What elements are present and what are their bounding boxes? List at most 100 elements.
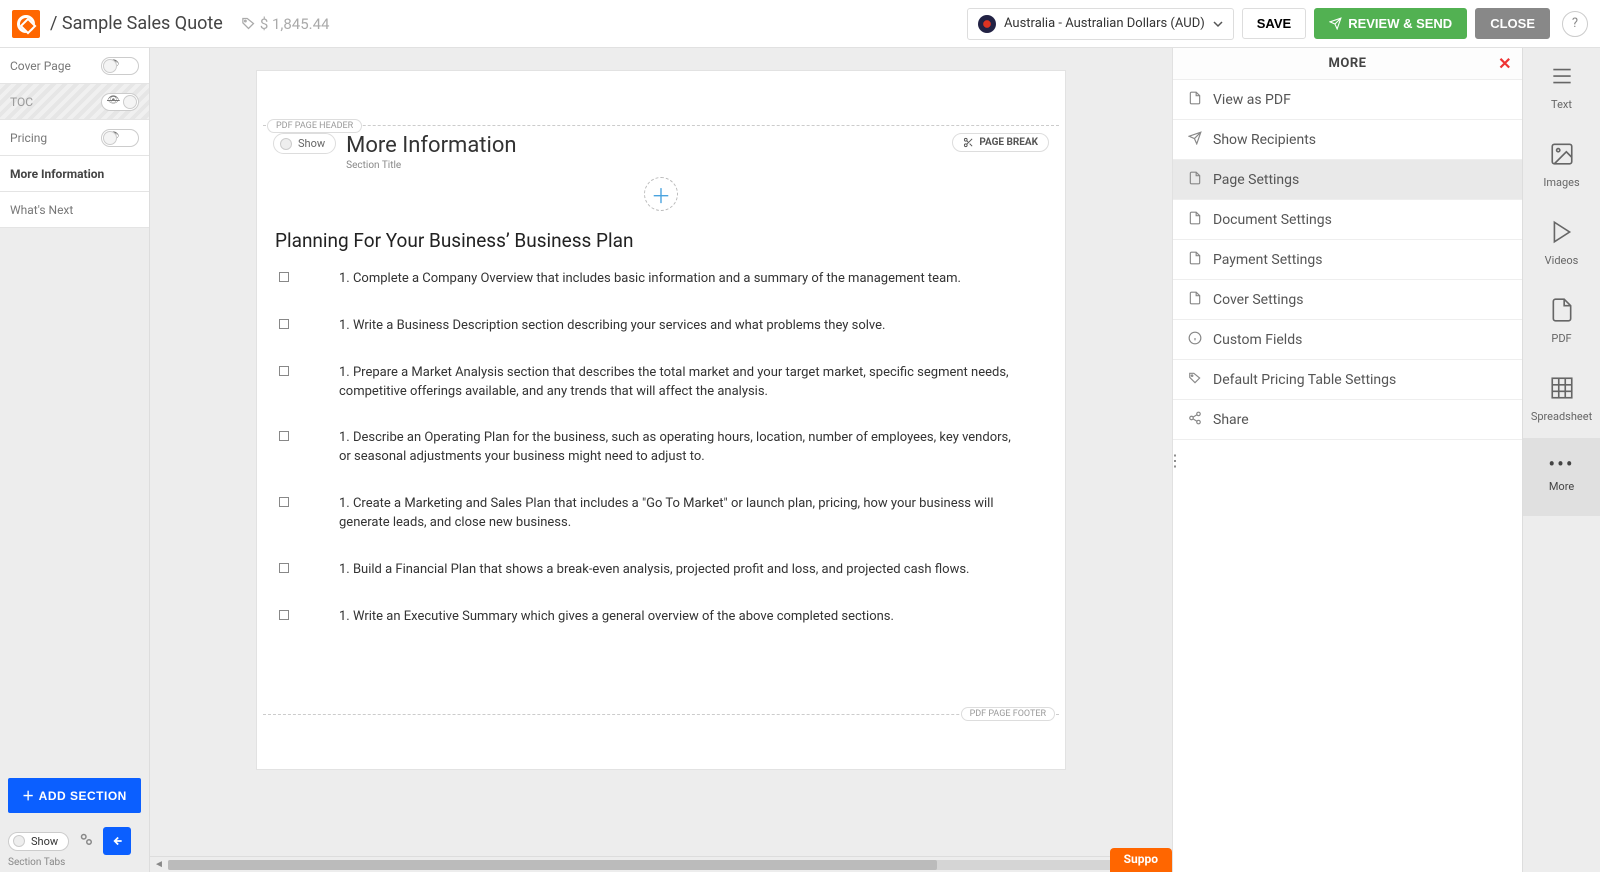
more-item-show-recipients[interactable]: Show Recipients <box>1173 120 1522 160</box>
document-heading[interactable]: Planning For Your Business’ Business Pla… <box>275 229 1015 252</box>
rail-label: Text <box>1551 98 1572 111</box>
page-icon <box>1187 171 1203 189</box>
pdf-footer-label: PDF PAGE FOOTER <box>961 707 1055 721</box>
support-tab[interactable]: Suppo <box>1110 848 1172 872</box>
section-tabs-label: Section Tabs <box>0 857 149 872</box>
section-subtitle: Section Title <box>346 160 516 171</box>
section-sidebar: Cover Page 👁 TOC 👁 Pricing 👁 More Information W… <box>0 48 150 872</box>
sidebar-item-label: More Information <box>10 167 104 181</box>
page-icon <box>1187 291 1203 309</box>
checkbox[interactable] <box>279 610 289 620</box>
visibility-toggle[interactable]: 👁 <box>101 93 139 111</box>
more-item-document-settings[interactable]: Document Settings <box>1173 200 1522 240</box>
section-show-toggle[interactable]: Show <box>273 133 336 154</box>
settings-icon[interactable] <box>77 830 95 852</box>
section-title[interactable]: More Information <box>346 133 516 158</box>
info-icon <box>1187 331 1203 349</box>
tool-rail: Text ImagesVideos PDF Spreadsheet ••• More <box>1522 48 1600 872</box>
sidebar-item-label: Cover Page <box>10 59 71 73</box>
page-break-button[interactable]: PAGE BREAK <box>952 133 1049 152</box>
checkbox[interactable] <box>279 366 289 376</box>
arrow-left-icon <box>110 834 124 848</box>
checkbox[interactable] <box>279 272 289 282</box>
close-icon[interactable]: ✕ <box>1498 54 1512 73</box>
show-section-toggle[interactable]: Show <box>8 832 69 851</box>
more-item-cover-settings[interactable]: Cover Settings <box>1173 280 1522 320</box>
sidebar-item-label: What's Next <box>10 203 73 217</box>
more-item-label: Custom Fields <box>1213 332 1302 348</box>
checkbox[interactable] <box>279 319 289 329</box>
sidebar-item-pricing[interactable]: Pricing 👁 <box>0 120 149 156</box>
checklist-text: 1. Build a Financial Plan that shows a b… <box>339 561 1015 580</box>
sidebar-item-more-information[interactable]: More Information <box>0 156 149 192</box>
checkbox[interactable] <box>279 563 289 573</box>
checklist-text: 1. Prepare a Market Analysis section tha… <box>339 364 1015 402</box>
more-item-share[interactable]: Share <box>1173 400 1522 440</box>
images-icon <box>1549 141 1575 170</box>
visibility-toggle[interactable]: 👁 <box>101 129 139 147</box>
rail-videos[interactable]: Videos <box>1523 204 1600 282</box>
currency-label: Australia - Australian Dollars (AUD) <box>1004 16 1205 31</box>
add-section-button[interactable]: ＋ ADD SECTION <box>8 778 141 813</box>
more-item-custom-fields[interactable]: Custom Fields <box>1173 320 1522 360</box>
review-send-button[interactable]: REVIEW & SEND <box>1314 8 1467 39</box>
add-content-button[interactable]: ＋ <box>644 177 678 211</box>
sidebar-item-label: Pricing <box>10 131 47 145</box>
document-page: PDF PAGE HEADER Show More Information Se… <box>256 70 1066 770</box>
more-item-label: Show Recipients <box>1213 132 1316 148</box>
more-item-label: Cover Settings <box>1213 292 1303 308</box>
checkbox[interactable] <box>279 497 289 507</box>
collapse-sidebar-button[interactable] <box>103 827 131 855</box>
close-button[interactable]: CLOSE <box>1475 8 1550 39</box>
more-icon: ••• <box>1548 461 1574 474</box>
price-tag: $ 1,845.44 <box>241 15 330 33</box>
scroll-left-icon[interactable]: ◄ <box>150 859 168 870</box>
rail-text[interactable]: Text <box>1523 48 1600 126</box>
more-item-label: Payment Settings <box>1213 252 1323 268</box>
checklist-item[interactable]: 1. Complete a Company Overview that incl… <box>275 270 1015 289</box>
checklist-text: 1. Write an Executive Summary which give… <box>339 608 1015 627</box>
share-icon <box>1187 411 1203 429</box>
plus-icon: ＋ <box>22 787 35 804</box>
sidebar-item-toc[interactable]: TOC 👁 <box>0 84 149 120</box>
send-icon <box>1187 131 1203 149</box>
more-item-payment-settings[interactable]: Payment Settings <box>1173 240 1522 280</box>
more-item-label: Page Settings <box>1213 172 1299 188</box>
checklist-item[interactable]: 1. Write a Business Description section … <box>275 317 1015 336</box>
rail-more[interactable]: ••• More <box>1523 438 1600 516</box>
more-item-label: Default Pricing Table Settings <box>1213 372 1396 388</box>
rail-pdf[interactable]: PDF <box>1523 282 1600 360</box>
horizontal-scrollbar[interactable]: ◄ ► <box>150 856 1172 872</box>
sidebar-item-label: TOC <box>10 95 33 109</box>
checkbox[interactable] <box>279 431 289 441</box>
more-item-default-pricing-table-settings[interactable]: Default Pricing Table Settings <box>1173 360 1522 400</box>
help-icon[interactable]: ? <box>1562 11 1588 37</box>
checklist-text: 1. Describe an Operating Plan for the bu… <box>339 429 1015 467</box>
tag-icon <box>1187 371 1203 389</box>
checklist-text: 1. Create a Marketing and Sales Plan tha… <box>339 495 1015 533</box>
checklist-item[interactable]: 1. Prepare a Market Analysis section tha… <box>275 364 1015 402</box>
sidebar-item-what-s-next[interactable]: What's Next <box>0 192 149 228</box>
more-item-view-as-pdf[interactable]: View as PDF <box>1173 80 1522 120</box>
rail-label: More <box>1549 480 1574 493</box>
more-item-label: View as PDF <box>1213 92 1291 108</box>
visibility-toggle[interactable]: 👁 <box>101 57 139 75</box>
rail-spreadsheet[interactable]: Spreadsheet <box>1523 360 1600 438</box>
currency-selector[interactable]: Australia - Australian Dollars (AUD) <box>967 8 1234 40</box>
rail-images[interactable]: Images <box>1523 126 1600 204</box>
panel-resize-handle[interactable]: ⋮ <box>1167 458 1183 464</box>
rail-label: PDF <box>1551 332 1571 345</box>
document-title[interactable]: / Sample Sales Quote <box>50 13 223 34</box>
app-logo[interactable] <box>12 10 40 38</box>
sidebar-item-cover-page[interactable]: Cover Page 👁 <box>0 48 149 84</box>
editor-canvas[interactable]: PDF PAGE HEADER Show More Information Se… <box>150 48 1172 872</box>
save-button[interactable]: SAVE <box>1242 8 1306 39</box>
spreadsheet-icon <box>1549 375 1575 404</box>
more-item-page-settings[interactable]: Page Settings <box>1173 160 1522 200</box>
videos-icon <box>1549 219 1575 248</box>
page-icon <box>1187 251 1203 269</box>
checklist-item[interactable]: 1. Build a Financial Plan that shows a b… <box>275 561 1015 580</box>
checklist-item[interactable]: 1. Describe an Operating Plan for the bu… <box>275 429 1015 467</box>
checklist-item[interactable]: 1. Create a Marketing and Sales Plan tha… <box>275 495 1015 533</box>
checklist-item[interactable]: 1. Write an Executive Summary which give… <box>275 608 1015 627</box>
